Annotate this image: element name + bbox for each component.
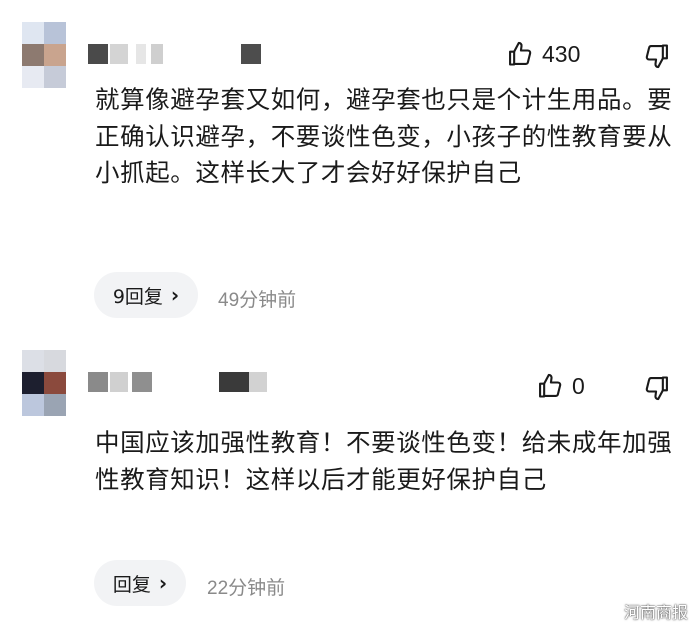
watermark: 河南商报 xyxy=(602,599,688,623)
reply-label: 9回复 xyxy=(112,285,163,308)
chevron-right-icon: › xyxy=(158,571,168,595)
like-group[interactable]: 0 xyxy=(536,372,585,400)
weibo-logo-icon xyxy=(602,605,619,619)
thumbs-down-icon[interactable] xyxy=(643,42,671,70)
avatar[interactable] xyxy=(22,22,66,88)
thumbs-down-icon[interactable] xyxy=(643,374,671,402)
username-redacted[interactable] xyxy=(88,44,261,64)
thumbs-up-icon[interactable] xyxy=(536,372,564,400)
timestamp: 22分钟前 xyxy=(207,578,286,599)
username-redacted[interactable] xyxy=(88,372,268,392)
watermark-text: 河南商报 xyxy=(623,603,688,622)
reply-button[interactable]: 9回复 › xyxy=(94,272,198,318)
thumbs-up-icon[interactable] xyxy=(506,40,534,68)
comment-list: 430 就算像避孕套又如何，避孕套也只是个计生用品。要正确认识避孕，不要谈性色变… xyxy=(0,0,700,633)
reply-button[interactable]: 回复 › xyxy=(94,560,186,606)
like-count: 430 xyxy=(542,40,581,67)
comment-text: 就算像避孕套又如何，避孕套也只是个计生用品。要正确认识避孕，不要谈性色变，小孩子… xyxy=(95,85,673,187)
timestamp: 49分钟前 xyxy=(218,290,297,311)
chevron-right-icon: › xyxy=(170,283,180,307)
reply-label: 回复 xyxy=(112,573,151,596)
like-count: 0 xyxy=(572,372,585,399)
avatar[interactable] xyxy=(22,350,66,416)
like-group[interactable]: 430 xyxy=(506,40,580,68)
comment-text: 中国应该加强性教育！不要谈性色变！给未成年加强性教育知识！这样以后才能更好保护自… xyxy=(95,428,673,494)
comment-item: 430 就算像避孕套又如何，避孕套也只是个计生用品。要正确认识避孕，不要谈性色变… xyxy=(0,0,700,330)
comment-item: 0 中国应该加强性教育！不要谈性色变！给未成年加强性教育知识！这样以后才能更好保… xyxy=(0,330,700,633)
